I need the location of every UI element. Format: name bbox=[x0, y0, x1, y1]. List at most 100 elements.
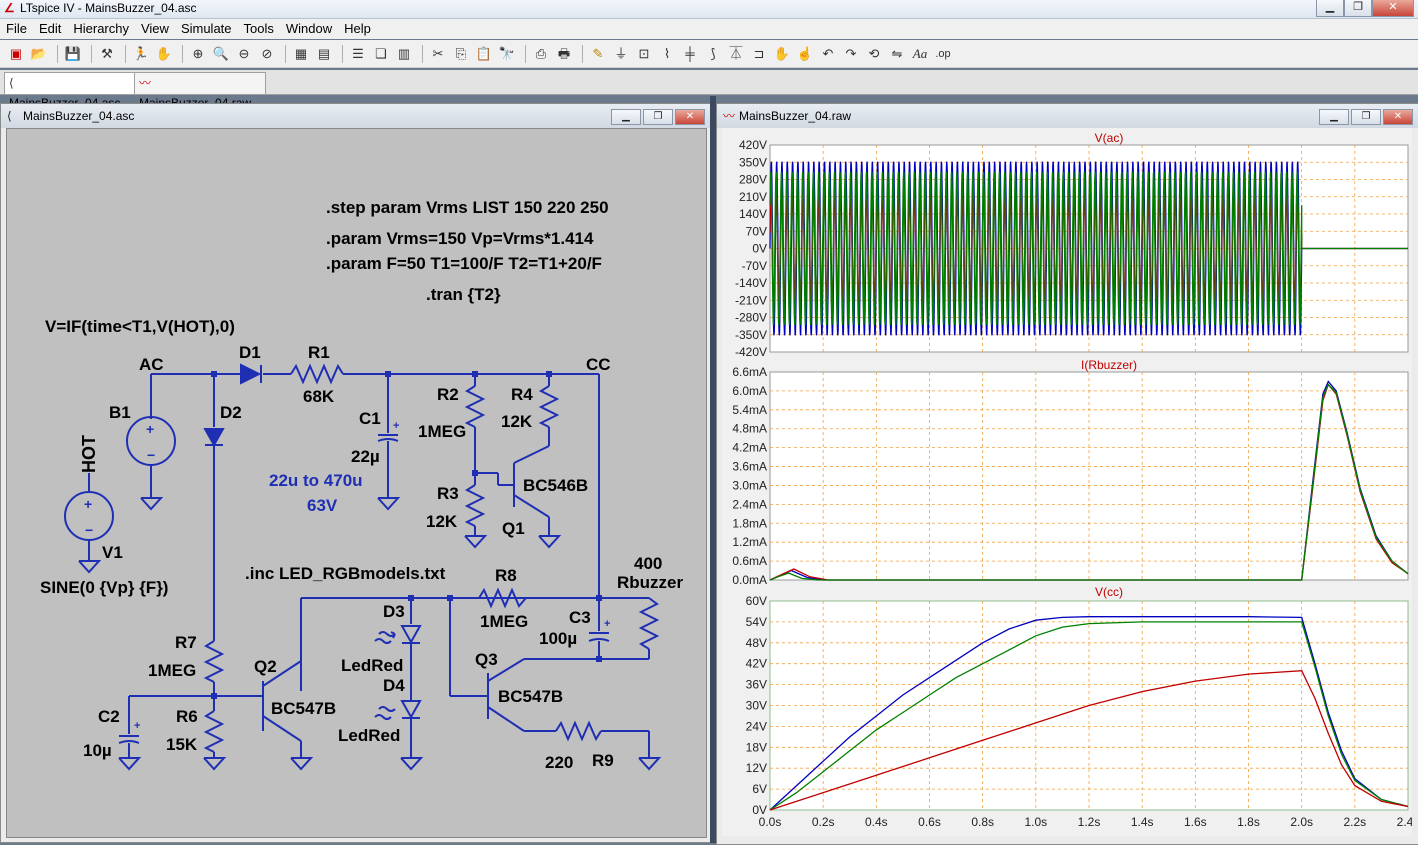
minimize-button[interactable]: ▁ bbox=[1316, 0, 1344, 17]
x-tick-label: 0.0s bbox=[759, 815, 782, 829]
drag-icon[interactable]: ☝ bbox=[795, 44, 815, 64]
bvalue-expression[interactable]: V=IF(time<T1,V(HOT),0) bbox=[45, 317, 235, 336]
open-folder-icon[interactable]: 📂 bbox=[29, 44, 49, 64]
tab-schematic[interactable]: ⟨MainsBuzzer_04.asc bbox=[4, 72, 136, 110]
d3-value: LedRed bbox=[341, 656, 403, 675]
waveform-minimize-button[interactable]: ▁ bbox=[1319, 109, 1349, 125]
zoom-fit-icon[interactable]: ⊘ bbox=[257, 44, 277, 64]
menu-edit[interactable]: Edit bbox=[33, 19, 67, 39]
component-icon[interactable]: ⊐ bbox=[749, 44, 769, 64]
app-titlebar: ∠ LTspice IV - MainsBuzzer_04.asc ▁ ❐ ✕ bbox=[0, 0, 1418, 19]
c1-note-capacitance: 22u to 470u bbox=[269, 471, 363, 490]
menu-window[interactable]: Window bbox=[280, 19, 338, 39]
diode-icon[interactable]: ⏄ bbox=[726, 44, 746, 64]
waveform-window-title: MainsBuzzer_04.raw bbox=[739, 109, 852, 123]
menu-view[interactable]: View bbox=[135, 19, 175, 39]
menu-bar: File Edit Hierarchy View Simulate Tools … bbox=[0, 19, 1418, 39]
spice-directive-icon[interactable]: .op bbox=[933, 44, 953, 64]
plot-title-2: I(Rbuzzer) bbox=[1081, 358, 1137, 372]
schematic-icon: ⟨ bbox=[7, 109, 12, 123]
ground-icon[interactable]: ⏚ bbox=[611, 44, 631, 64]
paste-icon[interactable]: 📋 bbox=[474, 44, 494, 64]
menu-simulate[interactable]: Simulate bbox=[175, 19, 238, 39]
r1-value: 68K bbox=[303, 387, 335, 406]
menu-hierarchy[interactable]: Hierarchy bbox=[67, 19, 135, 39]
y-tick-label: 0.6mA bbox=[732, 554, 767, 568]
inc-directive[interactable]: .inc LED_RGBmodels.txt bbox=[245, 564, 446, 583]
run-icon[interactable]: 🏃 bbox=[131, 44, 151, 64]
copy-icon[interactable]: ⎘ bbox=[451, 44, 471, 64]
halt-icon[interactable]: ✋ bbox=[154, 44, 174, 64]
menu-help[interactable]: Help bbox=[338, 19, 377, 39]
mirror-icon[interactable]: ⇋ bbox=[887, 44, 907, 64]
zoom-in-icon[interactable]: ⊕ bbox=[188, 44, 208, 64]
schematic-canvas[interactable]: + − + − + + + .step param Vrms LIST 150 … bbox=[6, 128, 707, 838]
close-button[interactable]: ✕ bbox=[1372, 0, 1414, 17]
resistor-icon[interactable]: ⌇ bbox=[657, 44, 677, 64]
c3-value: 100µ bbox=[539, 629, 577, 648]
autorange-icon[interactable]: ▦ bbox=[291, 44, 311, 64]
text-icon[interactable]: Aa bbox=[910, 44, 930, 64]
label-net-icon[interactable]: ⊡ bbox=[634, 44, 654, 64]
zoom-out-icon[interactable]: ⊖ bbox=[234, 44, 254, 64]
q1-label: Q1 bbox=[502, 519, 525, 538]
move-icon[interactable]: ✋ bbox=[772, 44, 792, 64]
x-tick-label: 2.4s bbox=[1397, 815, 1412, 829]
menu-file[interactable]: File bbox=[0, 19, 33, 39]
redo-icon[interactable]: ↷ bbox=[841, 44, 861, 64]
rotate-icon[interactable]: ⟲ bbox=[864, 44, 884, 64]
new-schematic-icon[interactable]: ▣ bbox=[6, 44, 26, 64]
cascade-icon[interactable]: ❏ bbox=[371, 44, 391, 64]
y-tick-label: 54V bbox=[746, 615, 767, 629]
y-tick-label: -140V bbox=[735, 276, 767, 290]
svg-text:+: + bbox=[146, 421, 154, 437]
inductor-icon[interactable]: ⟆ bbox=[703, 44, 723, 64]
y-tick-label: 6.6mA bbox=[732, 365, 767, 379]
waveform-viewer[interactable]: 420V 350V 280V 210V 140V 70V 0V -70V -140V -210V -… bbox=[722, 128, 1418, 836]
cut-icon[interactable]: ✂ bbox=[428, 44, 448, 64]
r2-label: R2 bbox=[437, 385, 459, 404]
menu-tools[interactable]: Tools bbox=[238, 19, 280, 39]
control-panel-icon[interactable]: ⚒ bbox=[97, 44, 117, 64]
save-icon[interactable]: 💾 bbox=[63, 44, 83, 64]
waveform-close-button[interactable]: ✕ bbox=[1383, 109, 1413, 125]
waveform-icon: 〰 bbox=[723, 109, 736, 123]
undo-icon[interactable]: ↶ bbox=[818, 44, 838, 64]
b1-label: B1 bbox=[109, 403, 131, 422]
v1-value: SINE(0 {Vp} {F}) bbox=[40, 578, 168, 597]
draw-wire-icon[interactable]: ✎ bbox=[588, 44, 608, 64]
y-tick-label: 60V bbox=[746, 594, 767, 608]
x-tick-label: 1.6s bbox=[1184, 815, 1207, 829]
grid-icon[interactable]: ▤ bbox=[314, 44, 334, 64]
param-directive-2[interactable]: .param F=50 T1=100/F T2=T1+20/F bbox=[326, 254, 602, 273]
r3-label: R3 bbox=[437, 484, 459, 503]
y-tick-label: -70V bbox=[742, 259, 767, 273]
tile-horizontal-icon[interactable]: ☰ bbox=[348, 44, 368, 64]
waveform-restore-button[interactable]: ❐ bbox=[1351, 109, 1381, 125]
y-tick-label: 6.0mA bbox=[732, 384, 767, 398]
r3-value: 12K bbox=[426, 512, 458, 531]
tab-waveform[interactable]: 〰MainsBuzzer_04.raw bbox=[134, 72, 266, 110]
schematic-minimize-button[interactable]: ▁ bbox=[611, 109, 641, 125]
find-icon[interactable]: 🔭 bbox=[497, 44, 517, 64]
window-title: LTspice IV - MainsBuzzer_04.asc bbox=[20, 1, 197, 15]
r6-value: 15K bbox=[166, 735, 198, 754]
step-directive[interactable]: .step param Vrms LIST 150 220 250 bbox=[326, 198, 609, 217]
schematic-close-button[interactable]: ✕ bbox=[675, 109, 705, 125]
y-tick-label: 42V bbox=[746, 657, 767, 671]
x-tick-label: 2.0s bbox=[1290, 815, 1313, 829]
tile-vertical-icon[interactable]: ▥ bbox=[394, 44, 414, 64]
capacitor-icon[interactable]: ╪ bbox=[680, 44, 700, 64]
print-icon[interactable]: 🖶 bbox=[554, 44, 574, 64]
restore-button[interactable]: ❐ bbox=[1344, 0, 1372, 17]
d2-label: D2 bbox=[220, 403, 242, 422]
tran-directive[interactable]: .tran {T2} bbox=[426, 285, 501, 304]
y-tick-label: 4.8mA bbox=[732, 422, 767, 436]
schematic-restore-button[interactable]: ❐ bbox=[643, 109, 673, 125]
zoom-pan-icon[interactable]: 🔍 bbox=[211, 44, 231, 64]
d1-label: D1 bbox=[239, 343, 261, 362]
print-setup-icon[interactable]: ⎙ bbox=[531, 44, 551, 64]
waveform-icon: 〰 bbox=[139, 76, 152, 90]
schematic-icon: ⟨ bbox=[9, 76, 14, 90]
param-directive-1[interactable]: .param Vrms=150 Vp=Vrms*1.414 bbox=[326, 229, 594, 248]
